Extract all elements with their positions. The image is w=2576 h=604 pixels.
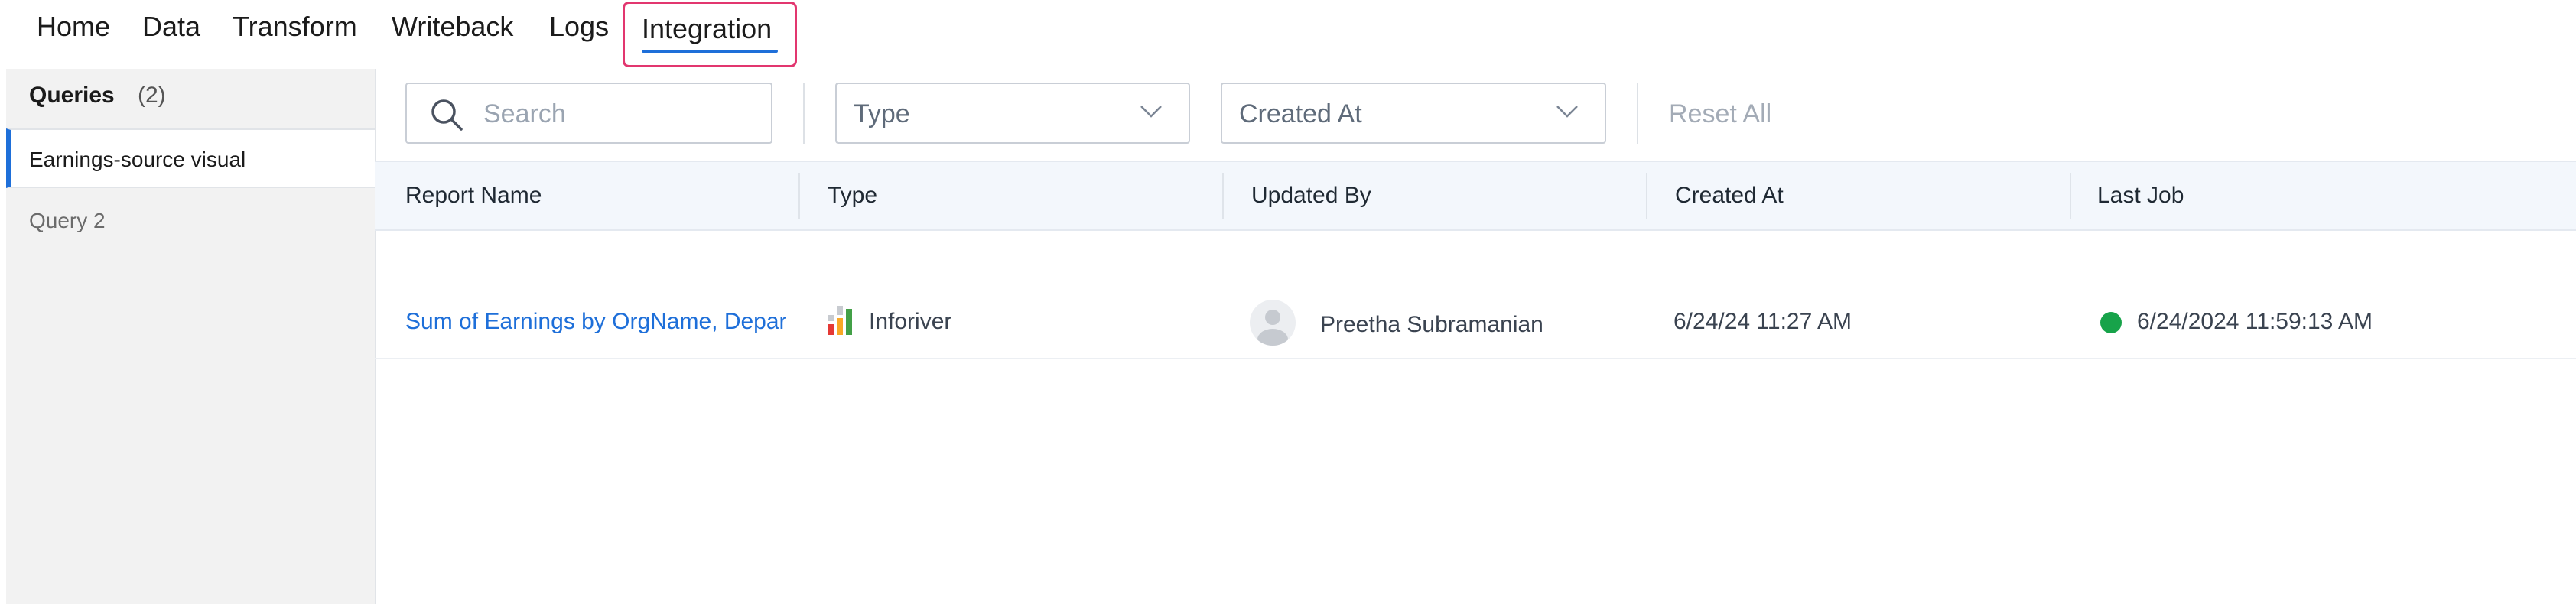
created-at-value: 6/24/24 11:27 AM: [1673, 309, 1852, 334]
column-resize-handle[interactable]: [2070, 173, 2071, 219]
table-row[interactable]: Sum of Earnings by OrgName, Depar Infori…: [375, 286, 2576, 359]
type-value: Inforiver: [869, 309, 952, 334]
sidebar-item-earnings-source-visual[interactable]: Earnings-source visual: [6, 128, 375, 188]
last-job-cell: 6/24/2024 11:59:13 AM: [2100, 286, 2559, 358]
table-header: Report Name Type Updated By Created At L…: [375, 161, 2576, 231]
type-dropdown[interactable]: Type: [835, 83, 1190, 144]
column-header-updated-by[interactable]: Updated By: [1251, 162, 1371, 229]
reset-all-button[interactable]: Reset All: [1669, 99, 1771, 129]
column-header-report-name[interactable]: Report Name: [405, 162, 542, 229]
column-resize-handle[interactable]: [1222, 173, 1224, 219]
column-resize-handle[interactable]: [1646, 173, 1647, 219]
column-header-type[interactable]: Type: [828, 162, 877, 229]
column-resize-handle[interactable]: [798, 173, 800, 219]
queries-title: Queries: [29, 83, 115, 108]
top-navigation: Home Data Transform Writeback Logs Integ…: [0, 0, 2576, 69]
filter-divider: [803, 83, 805, 144]
nav-tab-integration-label: Integration: [642, 13, 772, 44]
sidebar-item-query-2[interactable]: Query 2: [6, 191, 375, 251]
type-dropdown-label: Type: [854, 99, 910, 128]
updated-by-cell: Preetha Subramanian: [1250, 286, 1632, 358]
nav-tab-home[interactable]: Home: [37, 11, 110, 43]
column-header-last-job[interactable]: Last Job: [2097, 162, 2184, 229]
active-tab-underline: [642, 50, 778, 53]
created-at-dropdown[interactable]: Created At: [1221, 83, 1606, 144]
last-job-timestamp: 6/24/2024 11:59:13 AM: [2137, 309, 2373, 334]
search-icon: [431, 99, 463, 131]
nav-tab-data[interactable]: Data: [142, 11, 200, 43]
updated-by-name: Preetha Subramanian: [1320, 312, 1543, 337]
search-input[interactable]: [482, 93, 760, 135]
filter-divider: [1637, 83, 1638, 144]
success-status-icon: [2100, 312, 2122, 333]
avatar: [1250, 300, 1296, 346]
user-avatar-icon: [1257, 310, 1288, 346]
nav-tab-writeback[interactable]: Writeback: [392, 11, 513, 43]
column-header-created-at[interactable]: Created At: [1675, 162, 1784, 229]
nav-tab-transform[interactable]: Transform: [233, 11, 357, 43]
report-name-link[interactable]: Sum of Earnings by OrgName, Depar: [405, 286, 792, 358]
search-box[interactable]: [405, 83, 772, 144]
nav-tab-integration[interactable]: Integration: [623, 2, 797, 67]
inforiver-icon: [828, 306, 852, 335]
queries-count: (2): [138, 83, 166, 108]
type-cell: Inforiver: [826, 286, 1208, 358]
chevron-down-icon: [1556, 106, 1578, 118]
nav-tab-logs[interactable]: Logs: [549, 11, 609, 43]
queries-sidebar: Queries (2) Earnings-source visual Query…: [6, 69, 376, 604]
chevron-down-icon: [1140, 106, 1162, 118]
created-at-dropdown-label: Created At: [1239, 99, 1362, 128]
